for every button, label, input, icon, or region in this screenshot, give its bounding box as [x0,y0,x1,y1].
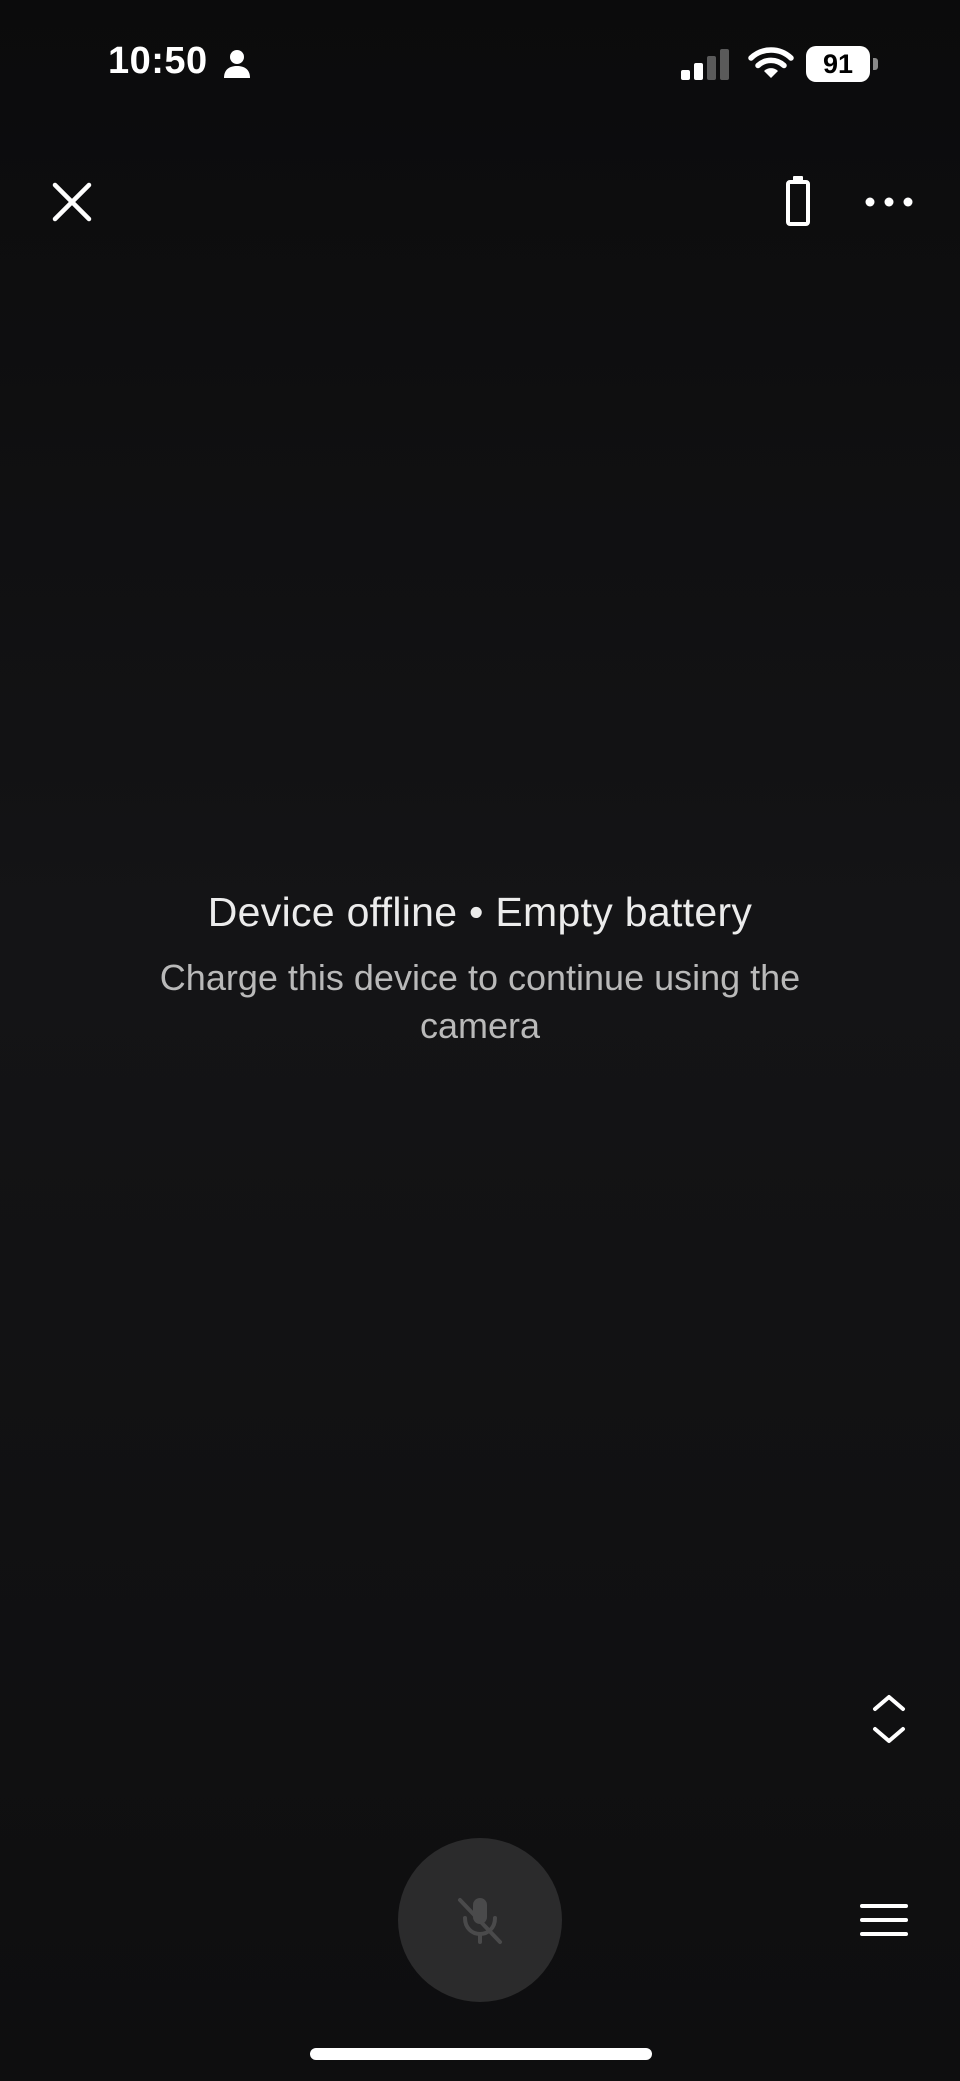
close-button[interactable] [40,170,104,234]
microphone-off-icon [458,1898,502,1944]
wifi-icon [748,47,794,78]
status-battery: 91 [806,46,878,82]
status-bar: 10:50 91 [0,0,960,130]
battery-nub [873,58,878,70]
battery-percent: 91 [822,49,854,79]
battery-empty-icon [786,176,810,226]
menu-button[interactable] [858,1898,910,1942]
status-time: 10:50 [108,40,208,82]
cellular-signal-icon [681,49,729,80]
more-horizontal-icon [865,197,913,207]
home-indicator[interactable] [310,2048,652,2060]
more-options-button[interactable] [862,170,916,234]
close-icon [52,182,92,222]
offline-description: Charge this device to continue using the… [159,957,801,1046]
battery-status-button[interactable] [772,170,824,234]
expand-collapse-icon [873,1695,905,1743]
person-icon [224,50,250,78]
menu-icon [860,1904,908,1936]
offline-message: Device offline • Empty battery Charge th… [0,884,960,1050]
expand-collapse-button[interactable] [866,1688,912,1750]
camera-live-view-screen: 10:50 91 Device offline • Empty battery … [0,0,960,2081]
microphone-button[interactable] [398,1838,562,2002]
offline-title: Device offline • Empty battery [207,889,753,935]
